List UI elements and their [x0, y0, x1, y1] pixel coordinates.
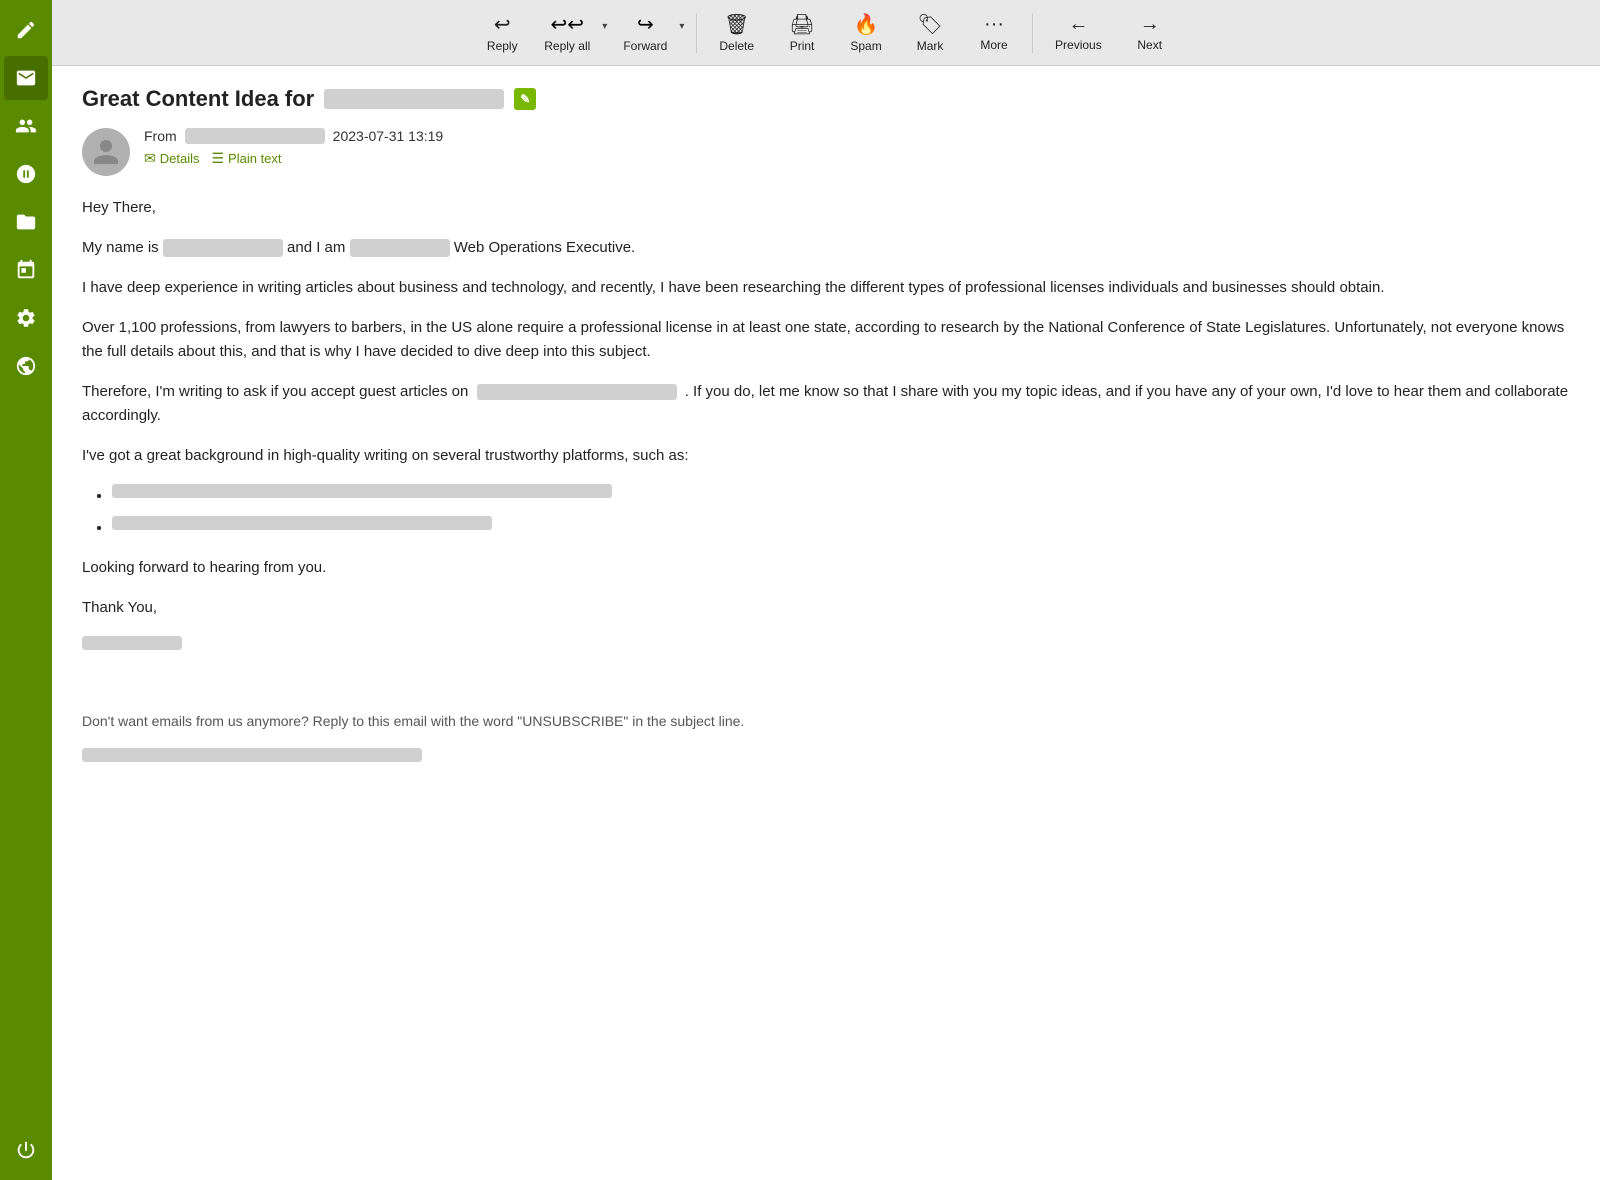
email-area: Great Content Idea for ✎ From 2023-07-31…: [52, 66, 1600, 1180]
main-content: ↩ Reply ↩↩ Reply all ▾ ↪ Forward ▾ 🗑 Del…: [52, 0, 1600, 1180]
print-icon: 🖨: [789, 12, 814, 37]
reply-icon: ↩: [494, 12, 511, 37]
sidebar-item-groups[interactable]: [4, 152, 48, 196]
sidebar-item-contacts[interactable]: [4, 104, 48, 148]
para3-prefix: Therefore, I'm writing to ask if you acc…: [82, 383, 468, 400]
sidebar: [0, 0, 52, 1180]
sidebar-item-settings[interactable]: [4, 296, 48, 340]
more-label: More: [980, 38, 1007, 52]
sidebar-item-files[interactable]: [4, 200, 48, 244]
more-button[interactable]: ··· More: [964, 7, 1024, 58]
forward-dropdown[interactable]: ▾: [675, 6, 688, 59]
intro-suffix: and I am: [287, 239, 345, 256]
delete-icon: 🗑: [724, 12, 749, 37]
intro-text: My name is: [82, 239, 159, 256]
sidebar-item-compose[interactable]: [4, 8, 48, 52]
role-blurred: [350, 239, 450, 257]
site-blurred: [477, 384, 677, 400]
email-date: 2023-07-31 13:19: [333, 128, 444, 144]
delete-button[interactable]: 🗑 Delete: [705, 6, 768, 59]
plain-text-label: Plain text: [228, 151, 281, 166]
spam-button[interactable]: 🔥 Spam: [836, 6, 896, 59]
next-label: Next: [1137, 38, 1162, 52]
from-label: From: [144, 128, 177, 144]
edit-icon[interactable]: ✎: [514, 88, 536, 110]
email-subject: Great Content Idea for ✎: [82, 86, 1570, 112]
para2: Over 1,100 professions, from lawyers to …: [82, 316, 1570, 364]
para4: I've got a great background in high-qual…: [82, 444, 1570, 468]
reply-button[interactable]: ↩ Reply: [472, 6, 532, 59]
sidebar-item-mail[interactable]: [4, 56, 48, 100]
platform-item-1: [112, 484, 1570, 508]
forward-icon: ↪: [637, 12, 654, 37]
previous-icon: ←: [1068, 13, 1088, 36]
avatar: [82, 128, 130, 176]
closing: Looking forward to hearing from you.: [82, 556, 1570, 580]
email-footer: Don't want emails from us anymore? Reply…: [82, 690, 1570, 771]
reply-all-label: Reply all: [544, 39, 590, 53]
plain-text-link[interactable]: ☰ Plain text: [211, 150, 281, 167]
footer-url-blurred: [82, 748, 422, 762]
reply-label: Reply: [487, 39, 518, 53]
details-envelope-icon: ✉: [144, 150, 156, 167]
mark-button[interactable]: 🏷 Mark: [900, 6, 960, 59]
subject-blurred: [324, 89, 504, 109]
separator-2: [1032, 13, 1033, 53]
more-icon: ···: [984, 13, 1004, 36]
reply-all-button[interactable]: ↩↩ Reply all: [536, 6, 598, 59]
para1: I have deep experience in writing articl…: [82, 276, 1570, 300]
reply-all-group: ↩↩ Reply all ▾: [536, 6, 611, 59]
meta-from-line: From 2023-07-31 13:19: [144, 128, 443, 144]
spam-label: Spam: [850, 39, 881, 53]
footer-blurred: [82, 748, 1570, 770]
mark-label: Mark: [917, 39, 944, 53]
separator-1: [696, 13, 697, 53]
forward-button[interactable]: ↪ Forward: [615, 6, 675, 59]
toolbar: ↩ Reply ↩↩ Reply all ▾ ↪ Forward ▾ 🗑 Del…: [52, 0, 1600, 66]
previous-label: Previous: [1055, 38, 1102, 52]
reply-all-icon: ↩↩: [551, 12, 585, 37]
sender-blurred: [185, 128, 325, 144]
role-text: Web Operations Executive.: [454, 239, 635, 256]
sign-off: Thank You,: [82, 596, 1570, 620]
footer-note: Don't want emails from us anymore? Reply…: [82, 710, 1570, 732]
forward-group: ↪ Forward ▾: [615, 6, 688, 59]
email-meta: From 2023-07-31 13:19 ✉ Details ☰ Plain …: [82, 128, 1570, 176]
sig-blurred: [82, 636, 182, 650]
spam-icon: 🔥: [854, 12, 879, 37]
platform-1-blurred: [112, 484, 612, 498]
platform-item-2: [112, 516, 1570, 540]
reply-all-dropdown[interactable]: ▾: [598, 6, 611, 59]
signature: [82, 636, 1570, 660]
forward-label: Forward: [623, 39, 667, 53]
print-label: Print: [790, 39, 815, 53]
email-body: Hey There, My name is and I am Web Opera…: [82, 196, 1570, 771]
platform-2-blurred: [112, 516, 492, 530]
delete-label: Delete: [719, 39, 754, 53]
sidebar-item-globe[interactable]: [4, 344, 48, 388]
print-button[interactable]: 🖨 Print: [772, 6, 832, 59]
intro-paragraph: My name is and I am Web Operations Execu…: [82, 236, 1570, 260]
mark-icon: 🏷: [917, 12, 942, 37]
next-icon: →: [1140, 13, 1160, 36]
name-blurred: [163, 239, 283, 257]
subject-text: Great Content Idea for: [82, 86, 314, 112]
details-link[interactable]: ✉ Details: [144, 150, 199, 167]
sidebar-item-power[interactable]: [4, 1128, 48, 1172]
plain-text-lines-icon: ☰: [211, 150, 224, 167]
previous-button[interactable]: ← Previous: [1041, 7, 1116, 58]
sidebar-item-calendar[interactable]: [4, 248, 48, 292]
para3: Therefore, I'm writing to ask if you acc…: [82, 380, 1570, 428]
platform-list: [112, 484, 1570, 540]
meta-actions: ✉ Details ☰ Plain text: [144, 150, 443, 167]
greeting: Hey There,: [82, 196, 1570, 220]
details-label: Details: [160, 151, 200, 166]
next-button[interactable]: → Next: [1120, 7, 1180, 58]
meta-details: From 2023-07-31 13:19 ✉ Details ☰ Plain …: [144, 128, 443, 167]
